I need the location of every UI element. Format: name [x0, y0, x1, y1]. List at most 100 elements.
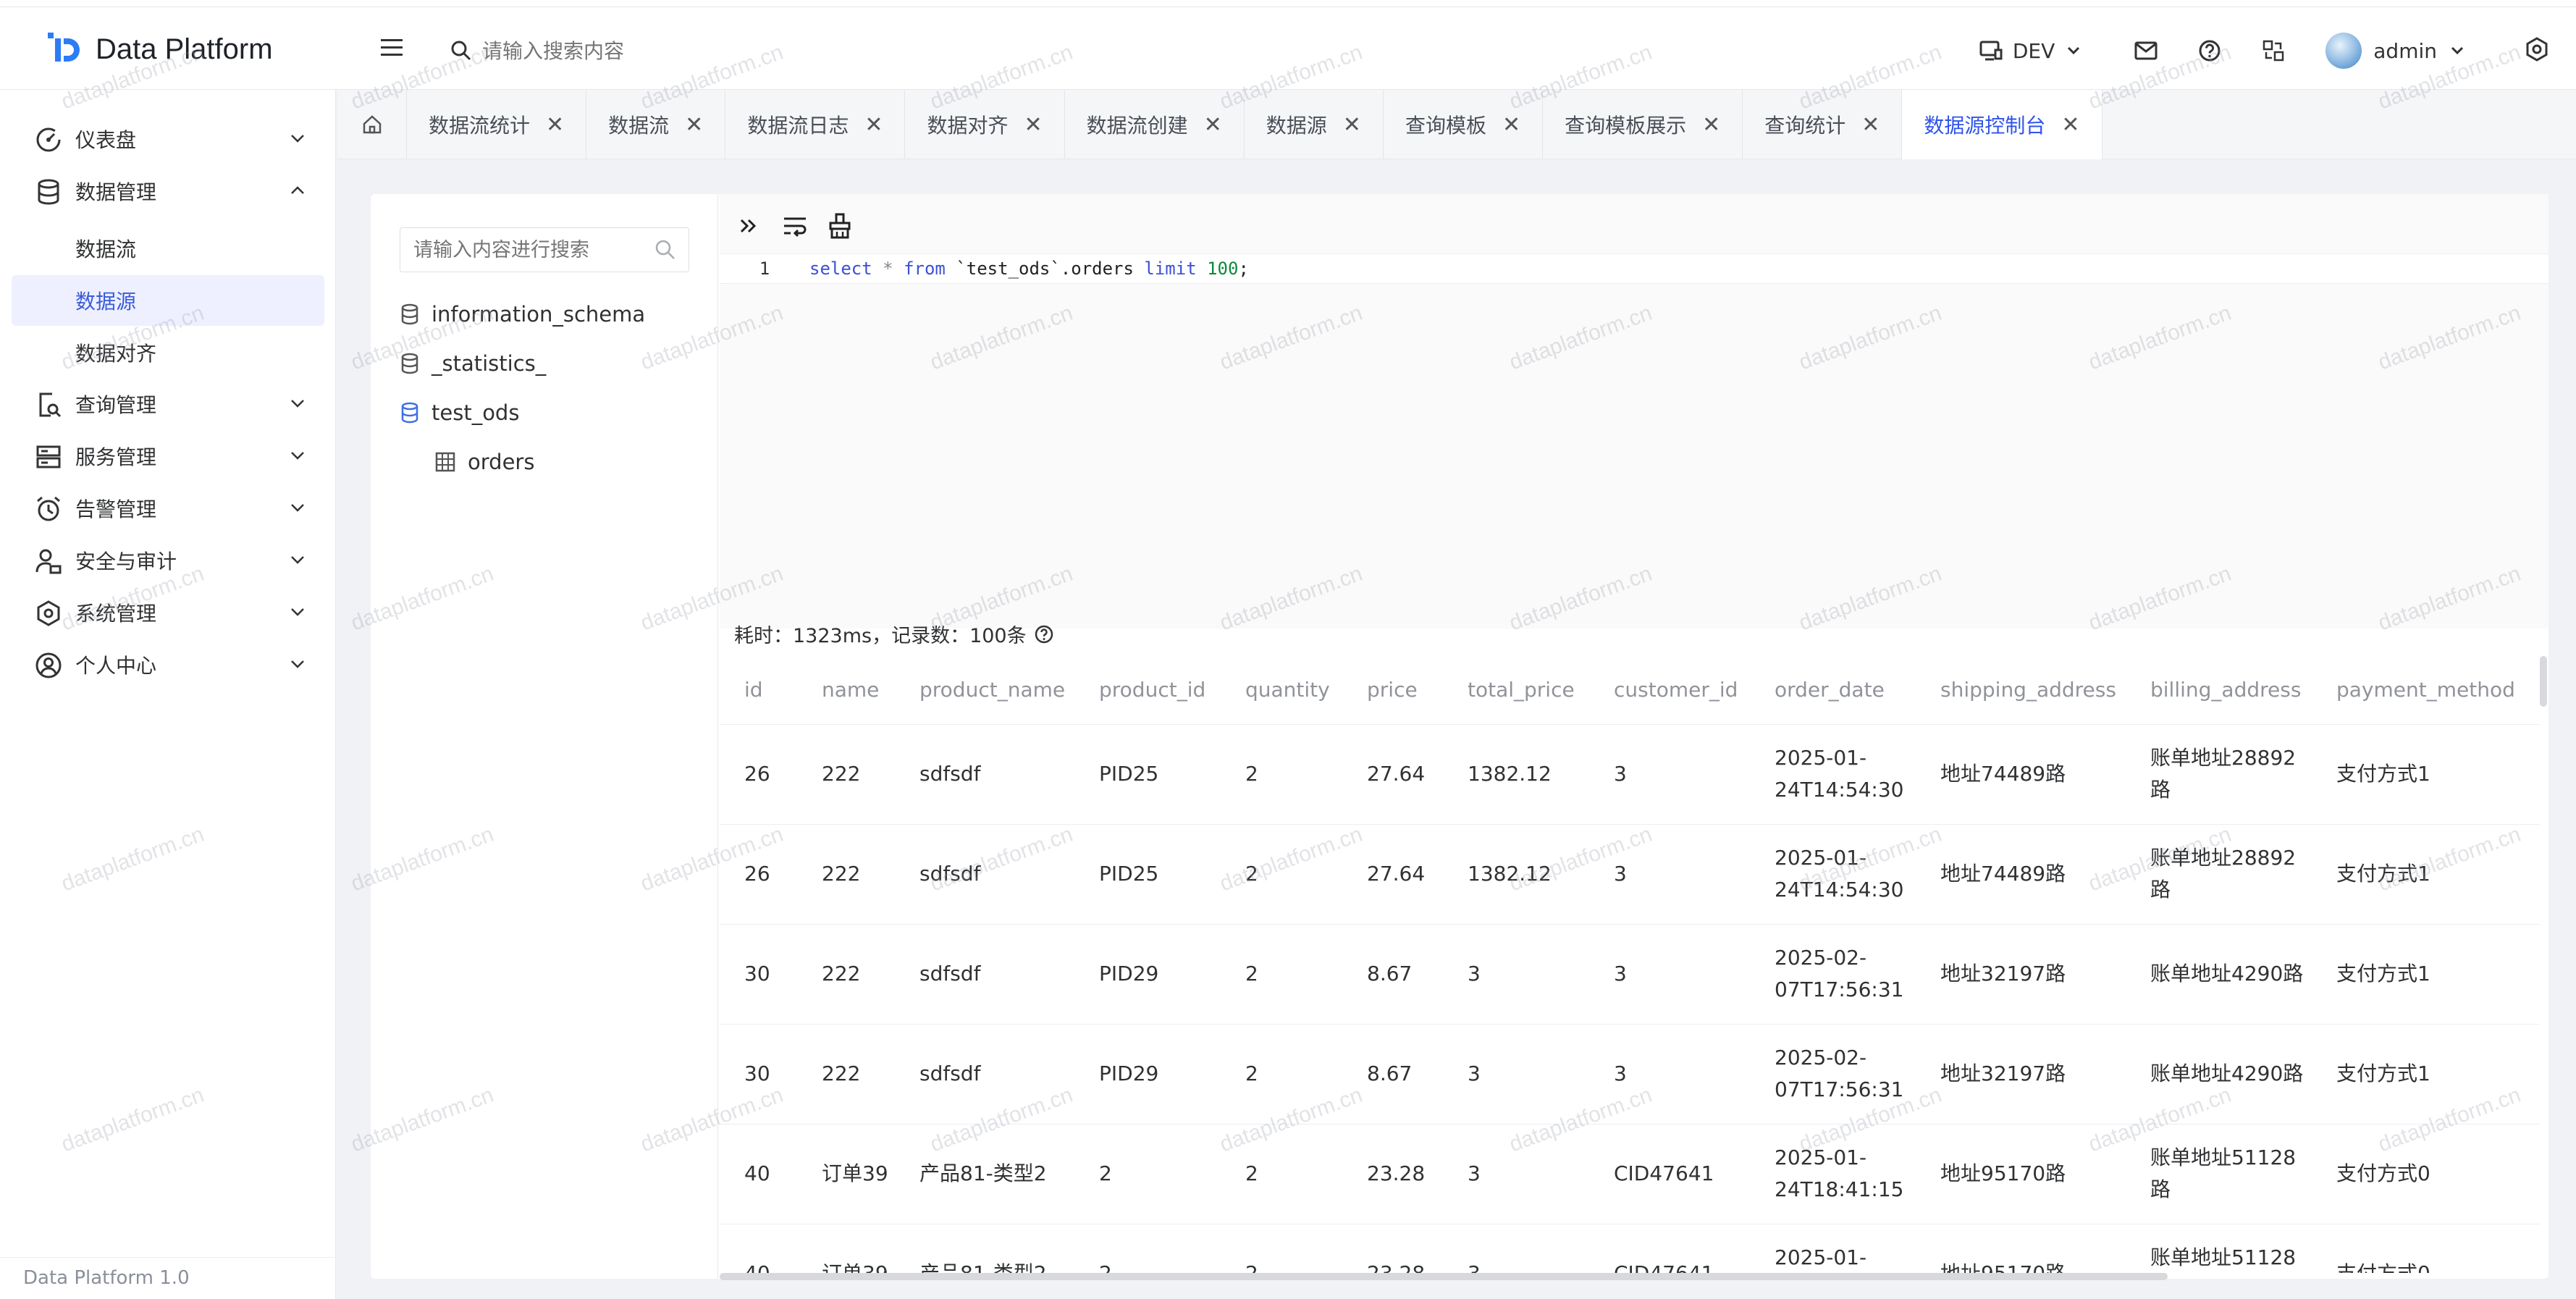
- tree-node-test-ods[interactable]: test_ods: [400, 395, 519, 430]
- avatar: [2325, 33, 2362, 69]
- sidebar-item-security-audit[interactable]: 安全与审计: [0, 534, 336, 587]
- sidebar-subitem-datasource[interactable]: 数据源: [12, 275, 324, 326]
- sql-editor[interactable]: 1 select * from `test_ods`.orders limit …: [720, 194, 2548, 629]
- sidebar-item-query-management[interactable]: 查询管理: [0, 378, 336, 430]
- table-row[interactable]: 26 222 sdfsdf PID25 2 27.64 1382.12 3 2025-01-24…: [720, 724, 2540, 825]
- run-icon[interactable]: [736, 211, 765, 240]
- sidebar-item-system-management[interactable]: 系统管理: [0, 587, 336, 639]
- search-icon[interactable]: [654, 238, 677, 261]
- column-header[interactable]: payment_method: [2312, 656, 2540, 725]
- table-cell: 23.28: [1342, 1124, 1443, 1224]
- table-row[interactable]: 26 222 sdfsdf PID25 2 27.64 1382.12 3 2025-01-24…: [720, 824, 2540, 925]
- tab-label: 数据流创建: [1086, 114, 1188, 138]
- sidebar-item-dashboard[interactable]: 仪表盘: [0, 113, 336, 165]
- close-icon[interactable]: ✕: [1024, 112, 1042, 138]
- table-cell: 3: [1443, 1224, 1589, 1273]
- close-icon[interactable]: ✕: [685, 112, 703, 138]
- tab-label: 数据源控制台: [1924, 114, 2046, 138]
- question-icon[interactable]: [1034, 624, 1054, 644]
- query-stats: 耗时：1323ms，记录数：100条: [734, 620, 1054, 648]
- column-header[interactable]: product_id: [1074, 656, 1221, 725]
- tab-dataflow[interactable]: 数据流 ✕: [586, 90, 726, 159]
- tab-query-template[interactable]: 查询模板 ✕: [1384, 90, 1544, 159]
- column-header[interactable]: shipping_address: [1916, 656, 2126, 725]
- tree-node-orders[interactable]: orders: [434, 445, 534, 479]
- query-stats-text: 耗时：1323ms，记录数：100条: [734, 625, 1027, 647]
- table-cell: sdfsdf: [895, 824, 1074, 925]
- table-row[interactable]: 40订单39产品81-类型22223.283CID476412025-01-24…: [720, 1124, 2540, 1224]
- help-button[interactable]: [2198, 39, 2221, 62]
- table-row[interactable]: 30 222 sdfsdf PID29 2 8.67 3 3 2025-02-07T17:56:…: [720, 924, 2540, 1025]
- tab-dataflow-log[interactable]: 数据流日志 ✕: [725, 90, 906, 159]
- search-icon: [451, 41, 471, 61]
- app-logo[interactable]: Data Platform: [45, 28, 273, 71]
- user-shield-icon: [35, 549, 62, 574]
- column-header[interactable]: id: [720, 656, 797, 725]
- horizontal-scrollbar[interactable]: [720, 1273, 2168, 1280]
- user-menu[interactable]: admin: [2325, 33, 2465, 69]
- tree-node-statistics[interactable]: _statistics_: [400, 346, 546, 381]
- table-cell: 30: [720, 924, 797, 1025]
- column-header[interactable]: name: [797, 656, 895, 725]
- sidebar-subitem-data-alignment[interactable]: 数据对齐: [12, 327, 324, 378]
- code-line-1[interactable]: 1 select * from `test_ods`.orders limit …: [720, 253, 2548, 284]
- column-header[interactable]: billing_address: [2126, 656, 2312, 725]
- close-icon[interactable]: ✕: [864, 112, 883, 138]
- database-icon: [401, 353, 418, 374]
- column-header[interactable]: total_price: [1443, 656, 1589, 725]
- search-input[interactable]: [482, 38, 772, 63]
- table-cell: 地址32197路: [1916, 924, 2126, 1025]
- sidebar-item-data-management[interactable]: 数据管理: [0, 165, 336, 217]
- sidebar-subitem-label: 数据对齐: [75, 342, 157, 366]
- database-icon: [38, 179, 59, 205]
- sidebar-subitem-dataflow[interactable]: 数据流: [12, 223, 324, 274]
- wrap-icon[interactable]: [780, 211, 809, 240]
- close-icon[interactable]: ✕: [1204, 112, 1222, 138]
- table-row[interactable]: 30 222 sdfsdf PID29 2 8.67 3 3 2025-02-07T17:56:…: [720, 1024, 2540, 1124]
- tab-dataflow-create[interactable]: 数据流创建 ✕: [1065, 90, 1245, 159]
- tab-home[interactable]: [337, 90, 407, 159]
- tab-dataflow-stats[interactable]: 数据流统计 ✕: [407, 90, 587, 159]
- tree-search-input[interactable]: [413, 238, 645, 261]
- sidebar-item-personal-center[interactable]: 个人中心: [0, 639, 336, 691]
- sidebar-item-service-management[interactable]: 服务管理: [0, 430, 336, 482]
- vertical-scrollbar[interactable]: [2540, 656, 2547, 707]
- sidebar-item-alarm-management[interactable]: 告警管理: [0, 482, 336, 534]
- tab-datasource-console[interactable]: 数据源控制台 ✕: [1902, 90, 2103, 159]
- tab-query-template-display[interactable]: 查询模板展示 ✕: [1543, 90, 1743, 159]
- tab-label: 查询模板展示: [1565, 114, 1687, 138]
- column-header[interactable]: customer_id: [1589, 656, 1750, 725]
- table-cell: 23.28: [1342, 1224, 1443, 1273]
- chevron-down-icon: [291, 608, 304, 616]
- close-icon[interactable]: ✕: [1861, 112, 1880, 138]
- tree-node-information-schema[interactable]: information_schema: [400, 297, 645, 332]
- menu-toggle-icon[interactable]: [381, 39, 405, 61]
- close-icon[interactable]: ✕: [1702, 112, 1720, 138]
- tab-query-stats[interactable]: 查询统计 ✕: [1743, 90, 1903, 159]
- close-icon[interactable]: ✕: [1502, 112, 1520, 138]
- column-header[interactable]: product_name: [895, 656, 1074, 725]
- translate-icon: [2263, 40, 2284, 62]
- translate-button[interactable]: [2262, 39, 2285, 62]
- tab-data-alignment[interactable]: 数据对齐 ✕: [905, 90, 1065, 159]
- format-brush-icon[interactable]: [825, 211, 854, 240]
- hexagon-gear-icon: [37, 600, 60, 626]
- result-table-wrap: id name product_name product_id quantity pric…: [720, 656, 2540, 1273]
- close-icon[interactable]: ✕: [546, 112, 564, 138]
- env-selector[interactable]: DEV: [1979, 39, 2091, 63]
- sidebar-subitem-label: 数据流: [75, 237, 137, 261]
- chevron-down-icon: [291, 400, 304, 408]
- column-header[interactable]: price: [1342, 656, 1443, 725]
- settings-button[interactable]: [2525, 37, 2548, 64]
- close-icon[interactable]: ✕: [2061, 112, 2079, 138]
- table-cell: 27.64: [1342, 724, 1443, 825]
- mail-button[interactable]: [2134, 41, 2158, 60]
- app-version: Data Platform 1.0: [23, 1267, 190, 1289]
- column-header[interactable]: order_date: [1750, 656, 1916, 725]
- tab-datasource[interactable]: 数据源 ✕: [1245, 90, 1384, 159]
- column-header[interactable]: quantity: [1221, 656, 1342, 725]
- close-icon[interactable]: ✕: [1343, 112, 1361, 138]
- env-label: DEV: [2012, 38, 2055, 63]
- code-text: select * from `test_ods`.orders limit 10…: [809, 258, 1249, 279]
- table-row[interactable]: 40订单39产品81-类型22223.283CID476412025-01-24…: [720, 1224, 2540, 1273]
